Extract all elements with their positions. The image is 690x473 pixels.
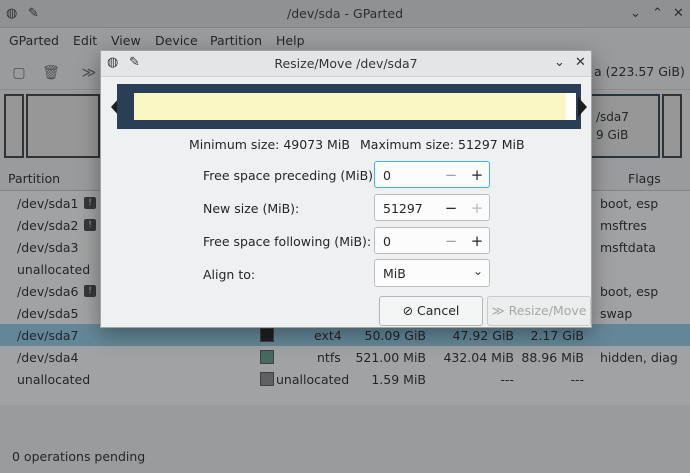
- free-space-preceding-label: Free space preceding (MiB):: [203, 168, 378, 183]
- dialog-titlebar: ◍ ✎ Resize/Move /dev/sda7 ⌄ ✕: [101, 51, 591, 77]
- increment-icon[interactable]: +: [468, 231, 486, 251]
- free-space-following-spinbox[interactable]: 0 − +: [374, 227, 490, 254]
- partition-frame[interactable]: [117, 84, 581, 129]
- resize-move-icon: ≫: [491, 303, 505, 318]
- maximum-size-label: Maximum size: 51297 MiB: [360, 137, 525, 152]
- new-size-label: New size (MiB):: [203, 201, 300, 216]
- used-space-fill: [134, 93, 566, 120]
- new-size-spinbox[interactable]: 51297 − +: [374, 194, 490, 221]
- resize-graphic[interactable]: [111, 84, 587, 129]
- free-space-preceding-spinbox[interactable]: 0 − +: [374, 161, 490, 188]
- right-handle-arrow-icon[interactable]: [578, 97, 587, 117]
- cancel-icon: ⊘: [402, 303, 414, 318]
- cancel-button-label: Cancel: [417, 303, 460, 318]
- align-to-combobox[interactable]: MiB ⌄: [374, 259, 490, 287]
- decrement-icon[interactable]: −: [442, 198, 460, 218]
- new-size-value[interactable]: 51297: [383, 201, 423, 216]
- close-icon[interactable]: ✕: [575, 55, 586, 71]
- resize-move-button-label: Resize/Move: [508, 303, 587, 318]
- increment-icon[interactable]: +: [468, 165, 486, 185]
- decrement-icon[interactable]: −: [442, 231, 460, 251]
- align-to-label: Align to:: [203, 267, 256, 282]
- chevron-down-icon: ⌄: [472, 264, 483, 278]
- increment-icon: +: [470, 199, 484, 217]
- resize-move-button: ≫ Resize/Move: [487, 296, 591, 326]
- resize-move-dialog: ◍ ✎ Resize/Move /dev/sda7 ⌄ ✕ Minimum si…: [100, 50, 592, 328]
- unused-space-fill: [566, 93, 576, 120]
- minimum-size-label: Minimum size: 49073 MiB: [189, 137, 350, 152]
- decrement-icon[interactable]: −: [442, 165, 460, 185]
- free-space-following-label: Free space following (MiB):: [203, 234, 372, 249]
- dialog-title: Resize/Move /dev/sda7: [274, 56, 418, 71]
- free-space-preceding-value[interactable]: 0: [383, 168, 391, 183]
- cancel-button[interactable]: ⊘ Cancel: [379, 296, 483, 326]
- free-space-following-value[interactable]: 0: [383, 234, 391, 249]
- minimize-icon[interactable]: ⌄: [554, 55, 565, 71]
- align-to-value: MiB: [383, 266, 406, 281]
